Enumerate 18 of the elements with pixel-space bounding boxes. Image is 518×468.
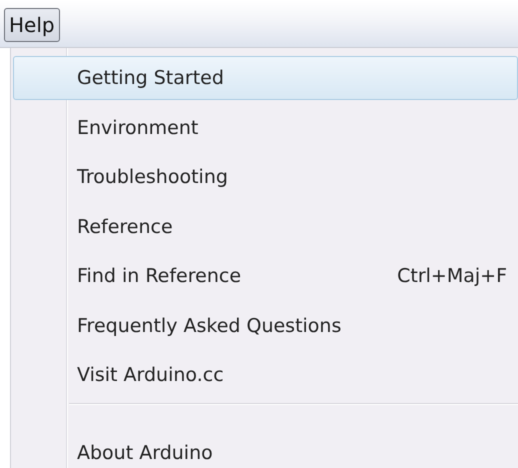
menu-item-label: Visit Arduino.cc xyxy=(77,364,225,386)
menu-bar-item[interactable]: Help xyxy=(4,8,60,42)
menu-item[interactable]: Troubleshooting xyxy=(13,155,518,199)
menu-item-label: Find in Reference xyxy=(77,265,242,287)
menu-item-label: Troubleshooting xyxy=(77,166,229,188)
menu-item-label: About Arduino xyxy=(77,442,214,464)
menu-item[interactable]: Find in Reference Ctrl+Maj+F xyxy=(13,254,518,298)
menu-item[interactable]: Environment xyxy=(13,106,518,150)
menu-item[interactable]: Visit Arduino.cc xyxy=(13,353,518,397)
shortcut-label: Ctrl+Maj+F xyxy=(397,265,507,287)
menu-item-label: Frequently Asked Questions xyxy=(77,314,342,336)
menu-item[interactable]: About Arduino xyxy=(13,430,518,468)
menu-item-label: Reference xyxy=(77,216,174,238)
menu-item-label: Environment xyxy=(77,116,200,138)
menu-item[interactable]: Getting Started xyxy=(13,56,518,100)
menu-item[interactable]: Reference xyxy=(13,204,518,248)
menu-item[interactable]: Frequently Asked Questions xyxy=(13,304,518,348)
menu-item-label: Getting Started xyxy=(77,67,225,89)
